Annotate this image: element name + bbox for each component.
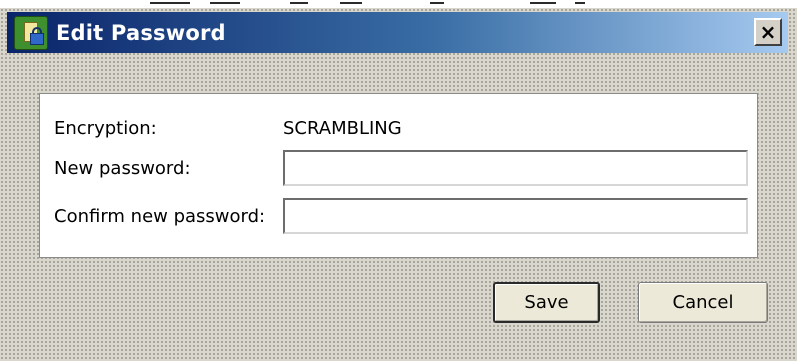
cancel-button[interactable]: Cancel bbox=[638, 282, 768, 323]
title-bar[interactable]: Edit Password × bbox=[7, 12, 788, 53]
edit-password-dialog: Edit Password × Encryption: SCRAMBLING N… bbox=[0, 0, 797, 361]
cancel-button-label: Cancel bbox=[672, 292, 734, 313]
save-button[interactable]: Save bbox=[493, 282, 600, 323]
dialog-title: Edit Password bbox=[56, 20, 226, 45]
encryption-value: SCRAMBLING bbox=[283, 118, 402, 139]
encryption-label: Encryption: bbox=[54, 118, 157, 139]
save-button-label: Save bbox=[524, 292, 569, 313]
form-panel: Encryption: SCRAMBLING New password: Con… bbox=[39, 93, 758, 258]
close-icon: × bbox=[759, 20, 777, 44]
new-password-field[interactable] bbox=[283, 150, 748, 186]
close-button[interactable]: × bbox=[754, 18, 782, 46]
new-password-label: New password: bbox=[54, 158, 191, 179]
confirm-password-label: Confirm new password: bbox=[54, 206, 266, 227]
password-app-icon bbox=[14, 15, 48, 50]
confirm-password-field[interactable] bbox=[283, 198, 748, 234]
background-window-strip bbox=[0, 0, 797, 8]
